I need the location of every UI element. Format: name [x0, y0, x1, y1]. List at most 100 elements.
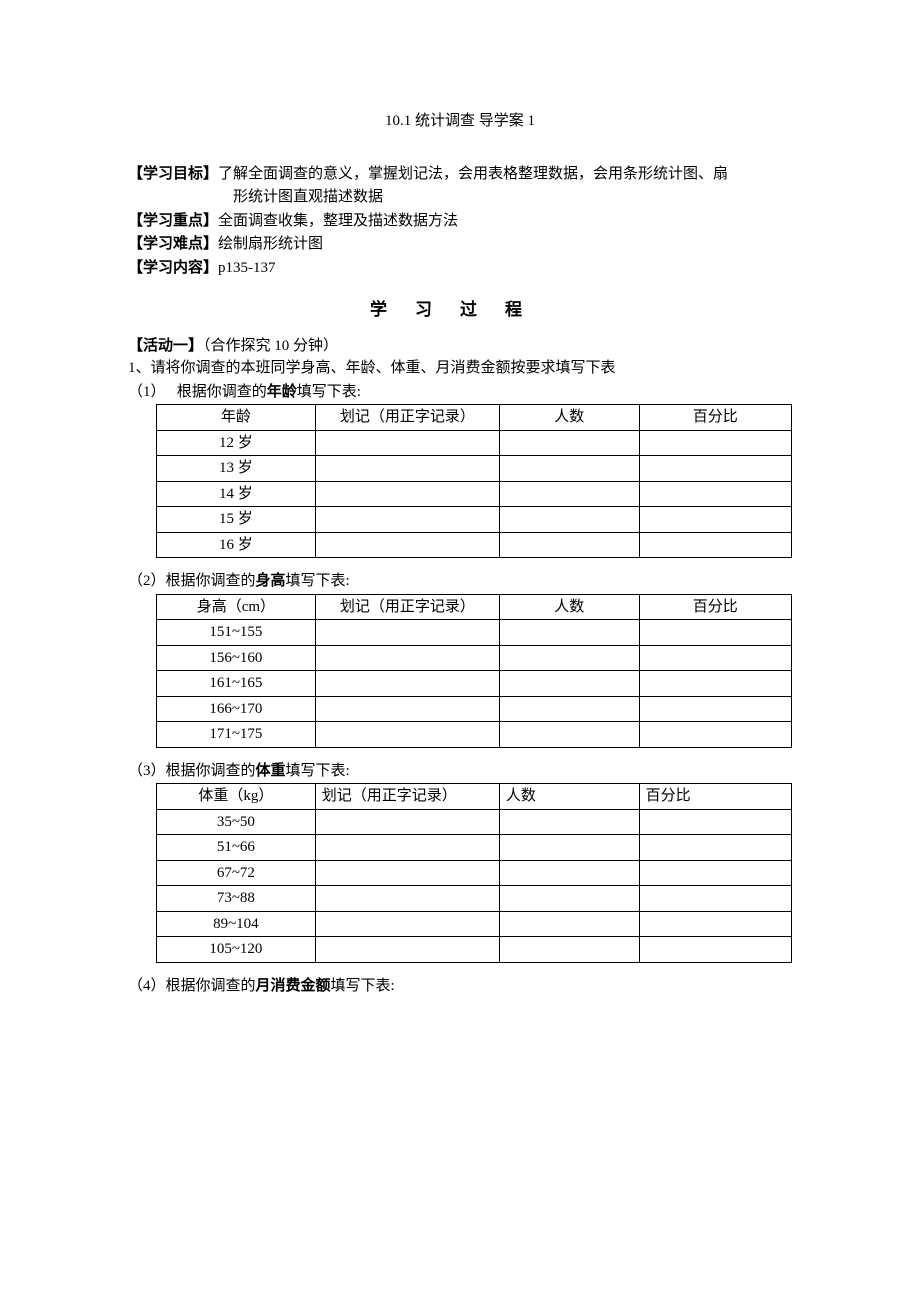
sub4-prefix: （4）根据你调查的 [128, 978, 256, 994]
sub4-suffix: 填写下表: [331, 978, 395, 994]
empty-cell [315, 532, 499, 558]
table-row: 105~120 [157, 937, 792, 963]
table-row: 166~170 [157, 696, 792, 722]
empty-cell [315, 671, 499, 697]
empty-cell [639, 620, 791, 646]
table-row: 身高（cm） 划记（用正字记录） 人数 百分比 [157, 594, 792, 620]
weight-cell: 51~66 [157, 835, 316, 861]
height-cell: 151~155 [157, 620, 316, 646]
table-row: 35~50 [157, 809, 792, 835]
sub2-suffix: 填写下表: [286, 573, 350, 589]
empty-cell [499, 481, 639, 507]
table-row: 13 岁 [157, 456, 792, 482]
table-row: 67~72 [157, 860, 792, 886]
empty-cell [315, 835, 499, 861]
age-cell: 16 岁 [157, 532, 316, 558]
age-cell: 14 岁 [157, 481, 316, 507]
table-row: 151~155 [157, 620, 792, 646]
count-header: 人数 [499, 784, 639, 810]
table-row: 15 岁 [157, 507, 792, 533]
empty-cell [639, 507, 791, 533]
weight-cell: 67~72 [157, 860, 316, 886]
empty-cell [499, 911, 639, 937]
activity-prompt: 1、请将你调查的本班同学身高、年龄、体重、月消费金额按要求填写下表 [128, 357, 792, 380]
empty-cell [499, 645, 639, 671]
height-cell: 161~165 [157, 671, 316, 697]
meta-block: 【学习目标】了解全面调查的意义，掌握划记法，会用表格整理数据，会用条形统计图、扇… [128, 163, 792, 280]
difficulty-label: 【学习难点】 [128, 236, 218, 252]
weight-cell: 105~120 [157, 937, 316, 963]
empty-cell [315, 809, 499, 835]
sub3-prompt: （3）根据你调查的体重填写下表: [128, 760, 792, 783]
empty-cell [639, 911, 791, 937]
tally-header: 划记（用正字记录） [315, 594, 499, 620]
empty-cell [315, 696, 499, 722]
empty-cell [499, 722, 639, 748]
empty-cell [315, 507, 499, 533]
goal-text-1: 了解全面调查的意义，掌握划记法，会用表格整理数据，会用条形统计图、扇 [218, 166, 728, 182]
empty-cell [639, 886, 791, 912]
height-header: 身高（cm） [157, 594, 316, 620]
empty-cell [639, 532, 791, 558]
empty-cell [639, 835, 791, 861]
empty-cell [499, 507, 639, 533]
sub4-prompt: （4）根据你调查的月消费金额填写下表: [128, 975, 792, 998]
empty-cell [639, 456, 791, 482]
focus-line: 【学习重点】全面调查收集，整理及描述数据方法 [128, 210, 792, 233]
empty-cell [315, 722, 499, 748]
empty-cell [315, 481, 499, 507]
focus-label: 【学习重点】 [128, 213, 218, 229]
count-header: 人数 [499, 594, 639, 620]
tally-header: 划记（用正字记录） [315, 784, 499, 810]
empty-cell [499, 696, 639, 722]
difficulty-text: 绘制扇形统计图 [218, 236, 323, 252]
empty-cell [499, 532, 639, 558]
process-heading: 学习过程 [128, 297, 792, 323]
table-row: 171~175 [157, 722, 792, 748]
empty-cell [315, 430, 499, 456]
pct-header: 百分比 [639, 784, 791, 810]
empty-cell [315, 860, 499, 886]
empty-cell [499, 620, 639, 646]
sub3-bold: 体重 [256, 763, 286, 779]
table-row: 89~104 [157, 911, 792, 937]
age-header: 年龄 [157, 405, 316, 431]
count-header: 人数 [499, 405, 639, 431]
sub2-bold: 身高 [256, 573, 286, 589]
empty-cell [639, 671, 791, 697]
table-row: 156~160 [157, 645, 792, 671]
empty-cell [639, 645, 791, 671]
sub2-prefix: （2）根据你调查的 [128, 573, 256, 589]
sub1-prefix: （1） 根据你调查的 [128, 384, 267, 400]
empty-cell [315, 911, 499, 937]
sub1-suffix: 填写下表: [297, 384, 361, 400]
age-cell: 13 岁 [157, 456, 316, 482]
height-cell: 166~170 [157, 696, 316, 722]
table-row: 年龄 划记（用正字记录） 人数 百分比 [157, 405, 792, 431]
empty-cell [315, 937, 499, 963]
table-row: 12 岁 [157, 430, 792, 456]
age-cell: 12 岁 [157, 430, 316, 456]
content-label: 【学习内容】 [128, 260, 218, 276]
sub3-suffix: 填写下表: [286, 763, 350, 779]
tally-header: 划记（用正字记录） [315, 405, 499, 431]
weight-table: 体重（kg） 划记（用正字记录） 人数 百分比 35~50 51~66 67~7… [156, 783, 792, 963]
goal-line-2: 形统计图直观描述数据 [128, 186, 792, 209]
empty-cell [499, 835, 639, 861]
empty-cell [315, 645, 499, 671]
empty-cell [499, 430, 639, 456]
empty-cell [315, 456, 499, 482]
table-row: 161~165 [157, 671, 792, 697]
pct-header: 百分比 [639, 405, 791, 431]
sub1-bold: 年龄 [267, 384, 297, 400]
difficulty-line: 【学习难点】绘制扇形统计图 [128, 233, 792, 256]
height-cell: 171~175 [157, 722, 316, 748]
table-row: 16 岁 [157, 532, 792, 558]
age-table: 年龄 划记（用正字记录） 人数 百分比 12 岁 13 岁 14 岁 15 岁 … [156, 404, 792, 558]
empty-cell [499, 809, 639, 835]
height-table: 身高（cm） 划记（用正字记录） 人数 百分比 151~155 156~160 … [156, 594, 792, 748]
empty-cell [639, 430, 791, 456]
content-line: 【学习内容】p135-137 [128, 257, 792, 280]
activity-line: 【活动一】（合作探究 10 分钟） [128, 335, 792, 358]
activity-label: 【活动一】 [128, 338, 203, 354]
